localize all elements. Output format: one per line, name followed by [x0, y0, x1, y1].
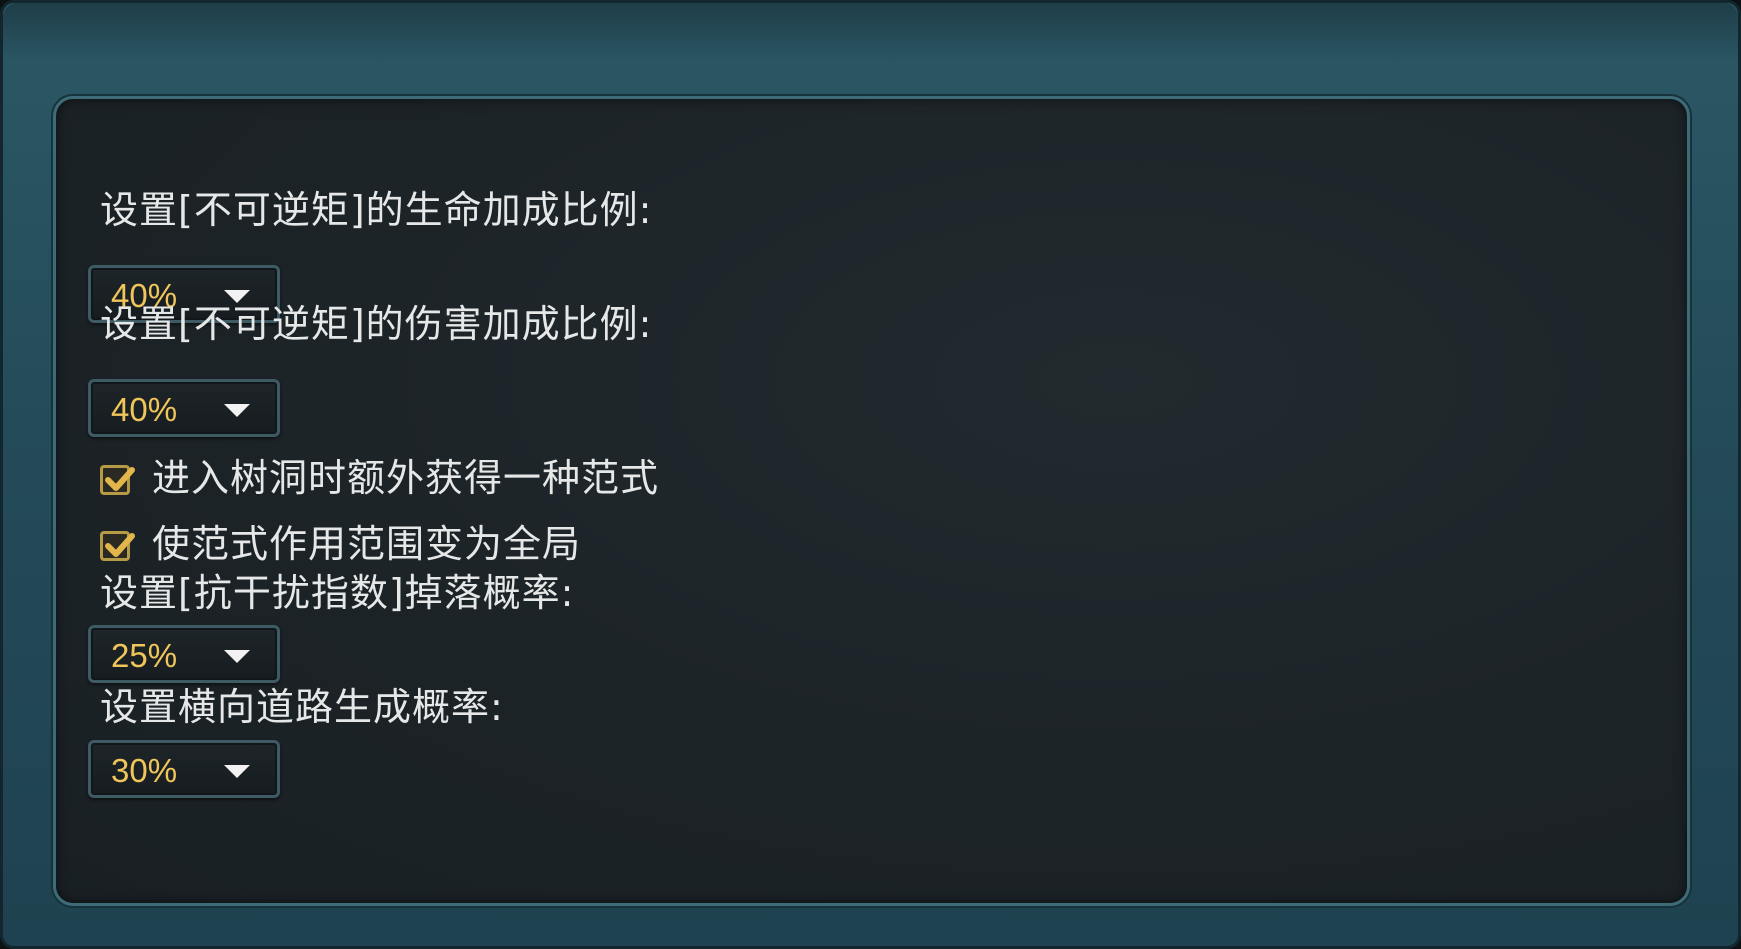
hp-bonus-label: 设置[不可逆矩]的生命加成比例: — [100, 188, 653, 232]
caret-down-icon — [224, 404, 250, 417]
extra-paradigm-label: 进入树洞时额外获得一种范式 — [152, 456, 660, 500]
damage-bonus-value: 40% — [111, 391, 178, 428]
horizontal-road-dropdown[interactable]: 30% — [88, 740, 280, 798]
extra-paradigm-checkbox[interactable] — [100, 465, 135, 495]
damage-bonus-dropdown[interactable]: 40% — [88, 379, 280, 437]
caret-down-icon — [224, 650, 250, 663]
checkmark-icon — [105, 533, 135, 557]
damage-bonus-label: 设置[不可逆矩]的伤害加成比例: — [100, 302, 653, 346]
global-paradigm-label: 使范式作用范围变为全局 — [152, 522, 582, 566]
anti-interference-drop-value: 25% — [111, 637, 178, 674]
anti-interference-drop-label: 设置[抗干扰指数]掉落概率: — [100, 571, 575, 615]
checkmark-icon — [105, 467, 135, 491]
caret-down-icon — [224, 765, 250, 778]
horizontal-road-label: 设置横向道路生成概率: — [100, 685, 504, 729]
global-paradigm-checkbox[interactable] — [100, 531, 135, 561]
anti-interference-drop-dropdown[interactable]: 25% — [88, 625, 280, 683]
horizontal-road-value: 30% — [111, 752, 178, 789]
